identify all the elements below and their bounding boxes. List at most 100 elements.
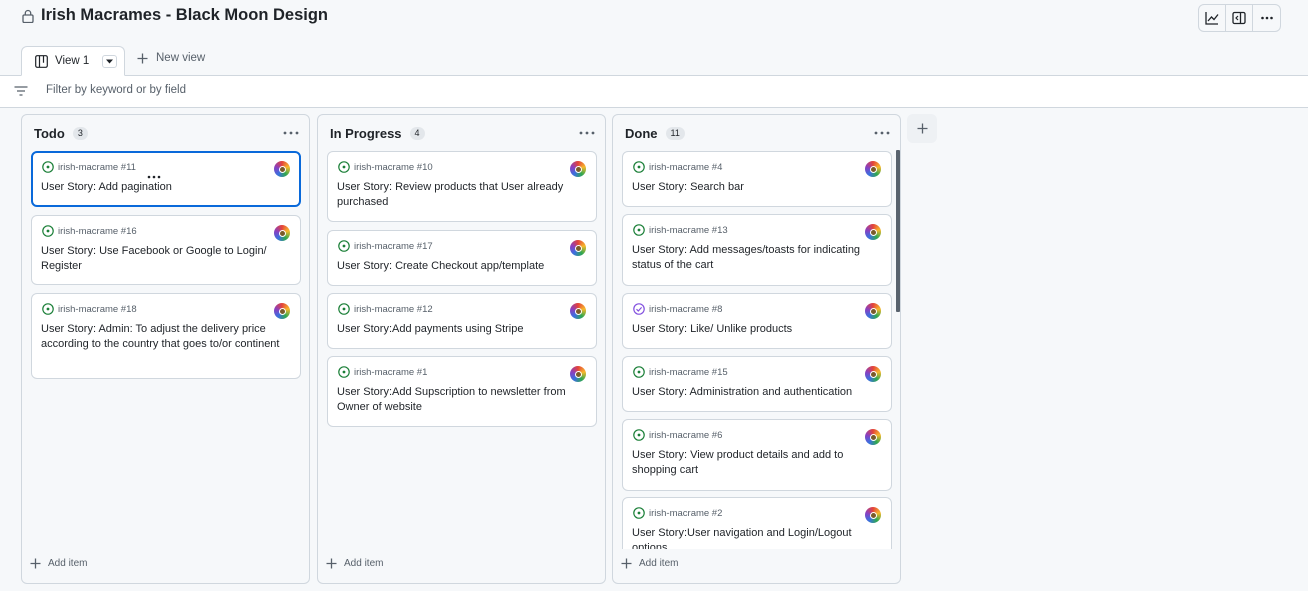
issue-title[interactable]: User Story: Review products that User al…	[337, 180, 586, 210]
issue-title[interactable]: User Story: Administration and authentic…	[632, 385, 881, 400]
assignee-avatar[interactable]	[865, 303, 881, 319]
issue-reference[interactable]: irish-macrame #18	[58, 304, 137, 315]
column-count-badge: 11	[665, 127, 685, 140]
side-panel-button[interactable]	[1226, 5, 1253, 31]
issue-title[interactable]: User Story: Admin: To adjust the deliver…	[41, 322, 290, 352]
add-column-button[interactable]	[907, 114, 937, 143]
issue-title[interactable]: User Story: Add messages/toasts for indi…	[632, 243, 881, 273]
issue-opened-icon	[633, 429, 645, 441]
issue-opened-icon	[633, 224, 645, 236]
issue-meta: irish-macrame #11	[42, 161, 136, 173]
project-board-icon	[35, 54, 48, 68]
add-item-button[interactable]: Add item	[326, 558, 383, 569]
avatar-center	[574, 307, 582, 315]
add-item-button[interactable]: Add item	[621, 558, 678, 569]
kebab-horizontal-icon	[874, 131, 890, 135]
avatar-center	[869, 433, 877, 441]
sidebar-expand-icon	[1232, 11, 1246, 25]
insights-button[interactable]	[1199, 5, 1226, 31]
avatar-center	[869, 511, 877, 519]
issue-reference[interactable]: irish-macrame #11	[58, 162, 136, 173]
assignee-avatar[interactable]	[274, 303, 290, 319]
issue-card[interactable]: irish-macrame #17 User Story: Create Chec…	[327, 230, 597, 286]
issue-reference[interactable]: irish-macrame #15	[649, 367, 728, 378]
avatar-center	[278, 307, 286, 315]
assignee-avatar[interactable]	[865, 507, 881, 523]
issue-title[interactable]: User Story: Search bar	[632, 180, 881, 195]
plus-icon	[326, 558, 337, 569]
assignee-avatar[interactable]	[274, 225, 290, 241]
assignee-avatar[interactable]	[274, 161, 290, 177]
issue-reference[interactable]: irish-macrame #10	[354, 162, 433, 173]
issue-opened-icon	[633, 366, 645, 378]
filter-bar: Filter by keyword or by field	[0, 76, 1308, 108]
issue-reference[interactable]: irish-macrame #16	[58, 226, 137, 237]
issue-card[interactable]: irish-macrame #2 User Story:User navigati…	[622, 497, 892, 549]
issue-reference[interactable]: irish-macrame #6	[649, 430, 722, 441]
issue-meta: irish-macrame #10	[338, 161, 433, 173]
done-column-scrollbar[interactable]	[896, 150, 900, 312]
assignee-avatar[interactable]	[570, 161, 586, 177]
issue-card[interactable]: irish-macrame #18 User Story: Admin: To a…	[31, 293, 301, 379]
issue-reference[interactable]: irish-macrame #1	[354, 367, 427, 378]
issue-opened-icon	[42, 303, 54, 315]
issue-card[interactable]: irish-macrame #16 User Story: Use Faceboo…	[31, 215, 301, 285]
kebab-horizontal-icon	[1260, 16, 1273, 20]
issue-card[interactable]: irish-macrame #8 User Story: Like/ Unlike…	[622, 293, 892, 349]
issue-card[interactable]: irish-macrame #11 User Story: Add paginat…	[31, 151, 301, 207]
issue-opened-icon	[338, 240, 350, 252]
issue-reference[interactable]: irish-macrame #12	[354, 304, 433, 315]
issue-reference[interactable]: irish-macrame #13	[649, 225, 728, 236]
issue-reference[interactable]: irish-macrame #2	[649, 508, 722, 519]
issue-card[interactable]: irish-macrame #12 User Story:Add payments…	[327, 293, 597, 349]
column-menu-button[interactable]	[578, 126, 596, 140]
issue-title[interactable]: User Story: Create Checkout app/template	[337, 259, 586, 274]
issue-title[interactable]: User Story:User navigation and Login/Log…	[632, 526, 881, 549]
issue-card[interactable]: irish-macrame #4 User Story: Search bar	[622, 151, 892, 207]
issue-opened-icon	[633, 507, 645, 519]
tab-view-1[interactable]: View 1	[21, 46, 125, 76]
issue-reference[interactable]: irish-macrame #4	[649, 162, 722, 173]
column-cards: irish-macrame #10 User Story: Review prod…	[327, 151, 597, 549]
issue-title[interactable]: User Story:Add Supscription to newslette…	[337, 385, 586, 415]
issue-card[interactable]: irish-macrame #1 User Story:Add Supscript…	[327, 356, 597, 427]
column-name: In Progress	[330, 126, 402, 141]
issue-title[interactable]: User Story: Use Facebook or Google to Lo…	[41, 244, 290, 274]
issue-opened-icon	[338, 161, 350, 173]
issue-title[interactable]: User Story: Like/ Unlike products	[632, 322, 881, 337]
avatar-center	[869, 370, 877, 378]
kebab-horizontal-icon	[283, 131, 299, 135]
issue-reference[interactable]: irish-macrame #8	[649, 304, 722, 315]
issue-title[interactable]: User Story: Add pagination	[41, 180, 289, 195]
issue-opened-icon	[42, 161, 54, 173]
column-menu-button[interactable]	[873, 126, 891, 140]
issue-meta: irish-macrame #18	[42, 303, 137, 315]
issue-title[interactable]: User Story: View product details and add…	[632, 448, 881, 478]
issue-card[interactable]: irish-macrame #15 User Story: Administrat…	[622, 356, 892, 412]
more-options-button[interactable]	[1253, 5, 1280, 31]
avatar-center	[869, 307, 877, 315]
issue-card[interactable]: irish-macrame #10 User Story: Review prod…	[327, 151, 597, 222]
issue-opened-icon	[633, 161, 645, 173]
assignee-avatar[interactable]	[865, 161, 881, 177]
assignee-avatar[interactable]	[865, 429, 881, 445]
column-count-badge: 3	[72, 127, 88, 140]
assignee-avatar[interactable]	[570, 303, 586, 319]
assignee-avatar[interactable]	[570, 240, 586, 256]
new-view-button[interactable]: New view	[137, 52, 205, 64]
column-name: Done	[625, 126, 658, 141]
column-menu-button[interactable]	[282, 126, 300, 140]
column-header: Todo 3	[34, 126, 88, 141]
assignee-avatar[interactable]	[865, 224, 881, 240]
plus-icon	[917, 123, 927, 134]
issue-card[interactable]: irish-macrame #13 User Story: Add message…	[622, 214, 892, 286]
assignee-avatar[interactable]	[865, 366, 881, 382]
issue-title[interactable]: User Story:Add payments using Stripe	[337, 322, 586, 337]
issue-reference[interactable]: irish-macrame #17	[354, 241, 433, 252]
filter-input[interactable]: Filter by keyword or by field	[46, 84, 186, 96]
issue-meta: irish-macrame #12	[338, 303, 433, 315]
issue-card[interactable]: irish-macrame #6 User Story: View product…	[622, 419, 892, 491]
view-options-button[interactable]	[102, 54, 118, 68]
add-item-button[interactable]: Add item	[30, 558, 87, 569]
assignee-avatar[interactable]	[570, 366, 586, 382]
